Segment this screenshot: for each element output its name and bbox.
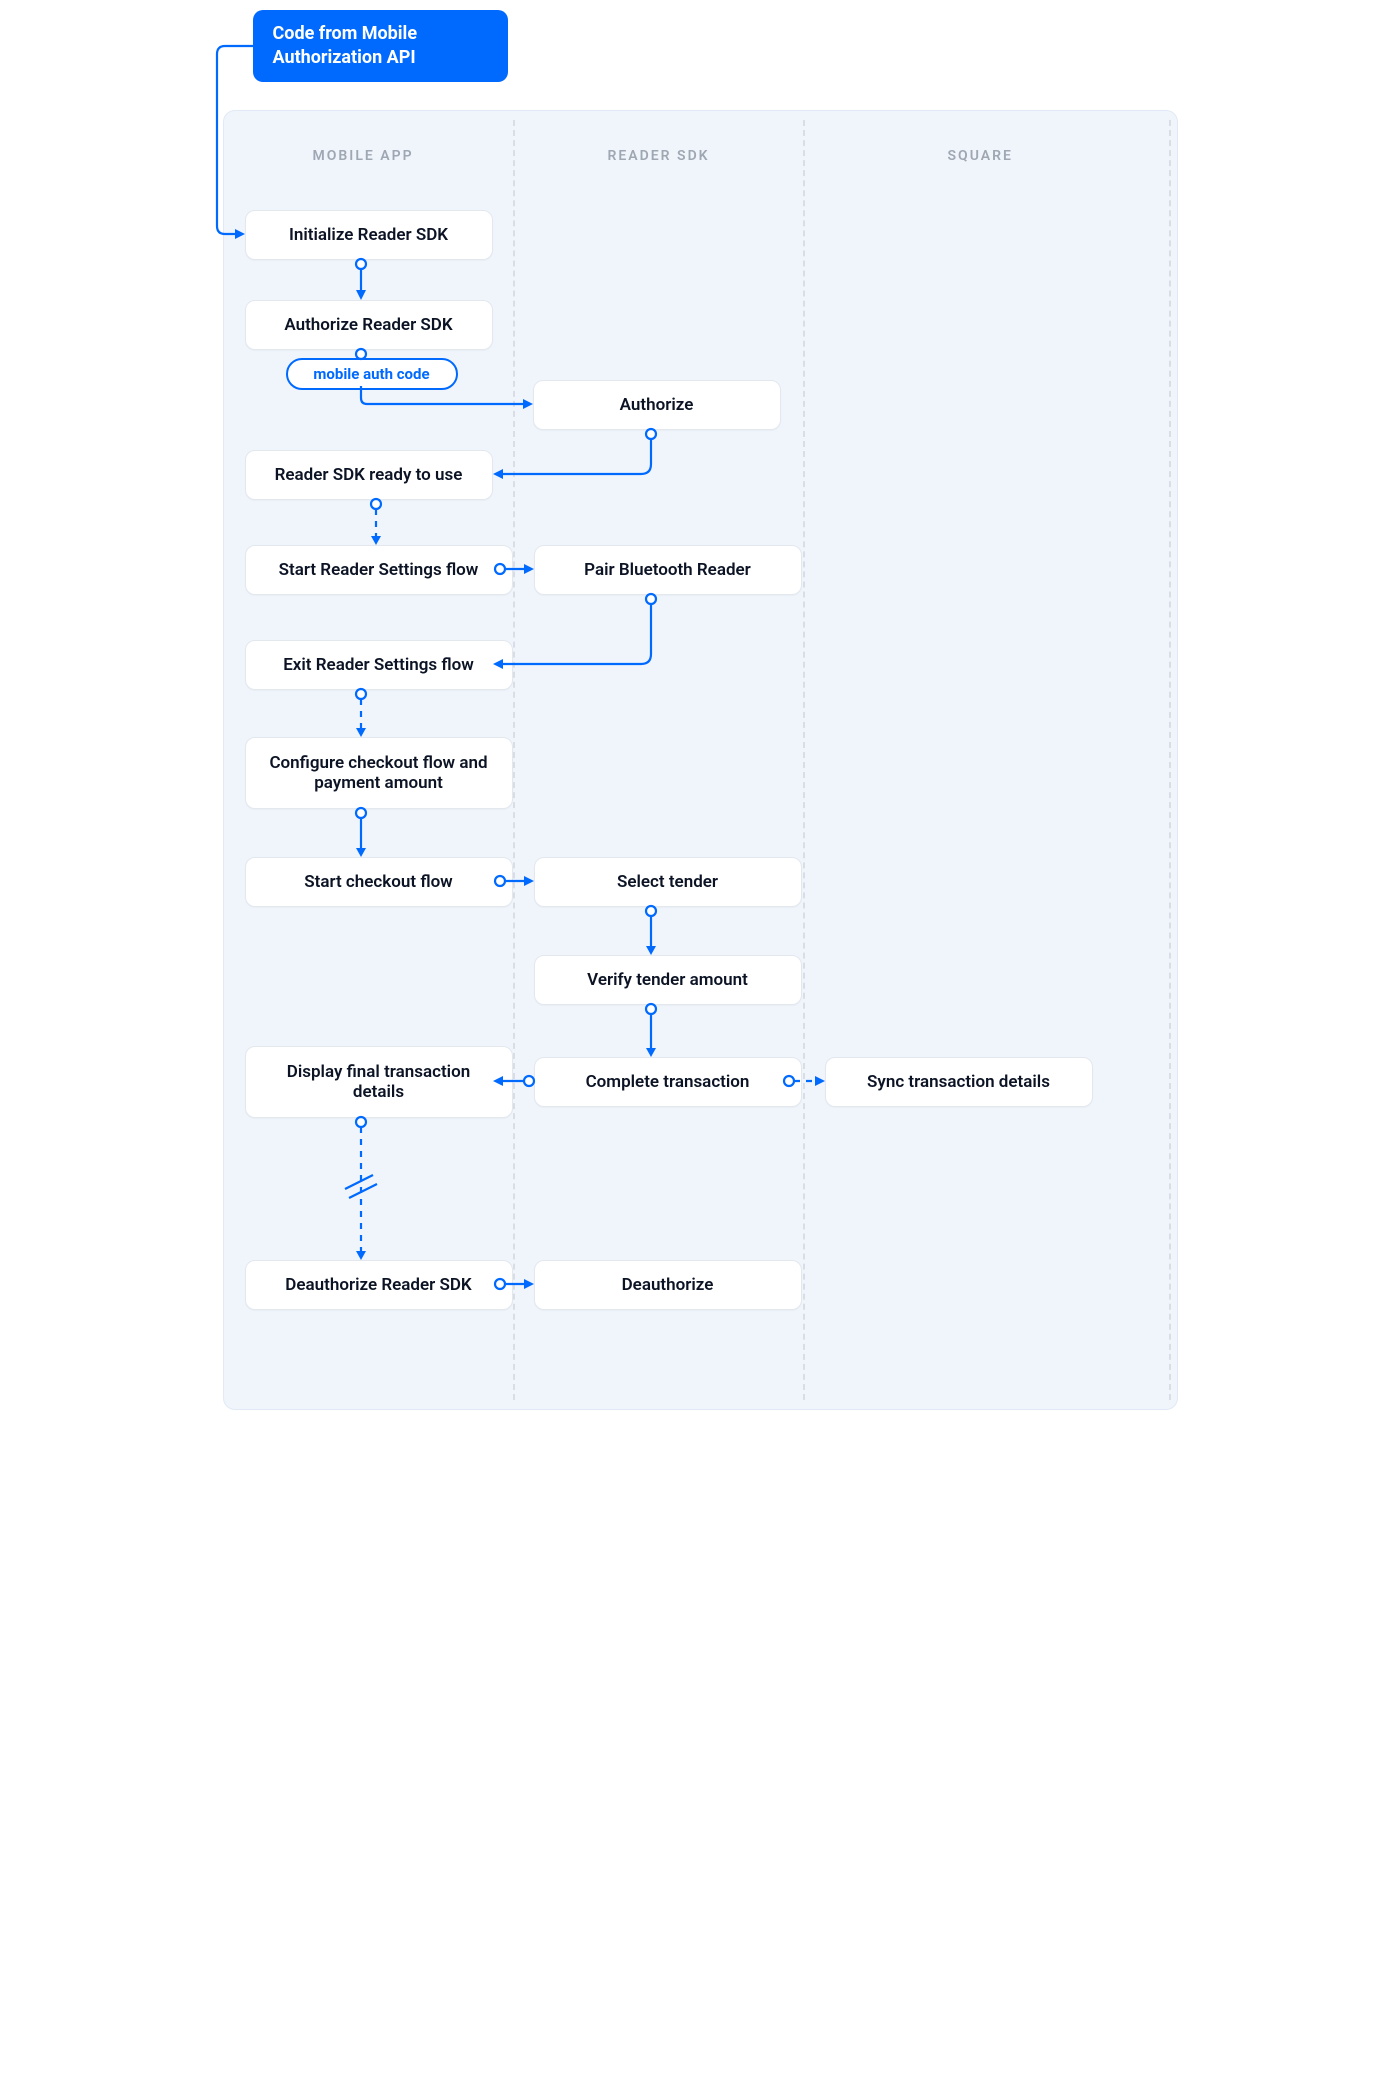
node-configure: Configure checkout flow and payment amou… <box>245 737 513 809</box>
node-pair-reader: Pair Bluetooth Reader <box>534 545 802 595</box>
node-authorize: Authorize Reader SDK <box>245 300 493 350</box>
node-sdk-authorize: Authorize <box>533 380 781 430</box>
col-sep-2 <box>803 120 805 1400</box>
node-start-checkout: Start checkout flow <box>245 857 513 907</box>
pill-mobile-auth-code: mobile auth code <box>286 358 458 390</box>
node-sdk-deauthorize: Deauthorize <box>534 1260 802 1310</box>
node-complete-txn: Complete transaction <box>534 1057 802 1107</box>
node-start: Code from Mobile Authorization API <box>253 10 508 82</box>
col-head-square: SQUARE <box>948 148 1013 164</box>
col-sep-3 <box>1169 120 1171 1400</box>
node-start-settings: Start Reader Settings flow <box>245 545 513 595</box>
node-ready: Reader SDK ready to use <box>245 450 493 500</box>
node-select-tender: Select tender <box>534 857 802 907</box>
flow-diagram: MOBILE APP READER SDK SQUARE Code from M… <box>213 0 1188 1420</box>
node-display-final: Display final transaction details <box>245 1046 513 1118</box>
node-init: Initialize Reader SDK <box>245 210 493 260</box>
node-exit-settings: Exit Reader Settings flow <box>245 640 513 690</box>
col-head-reader-sdk: READER SDK <box>608 148 710 164</box>
col-sep-1 <box>513 120 515 1400</box>
node-deauthorize: Deauthorize Reader SDK <box>245 1260 513 1310</box>
col-head-mobile-app: MOBILE APP <box>313 148 414 164</box>
node-verify-tender: Verify tender amount <box>534 955 802 1005</box>
node-sync-txn: Sync transaction details <box>825 1057 1093 1107</box>
